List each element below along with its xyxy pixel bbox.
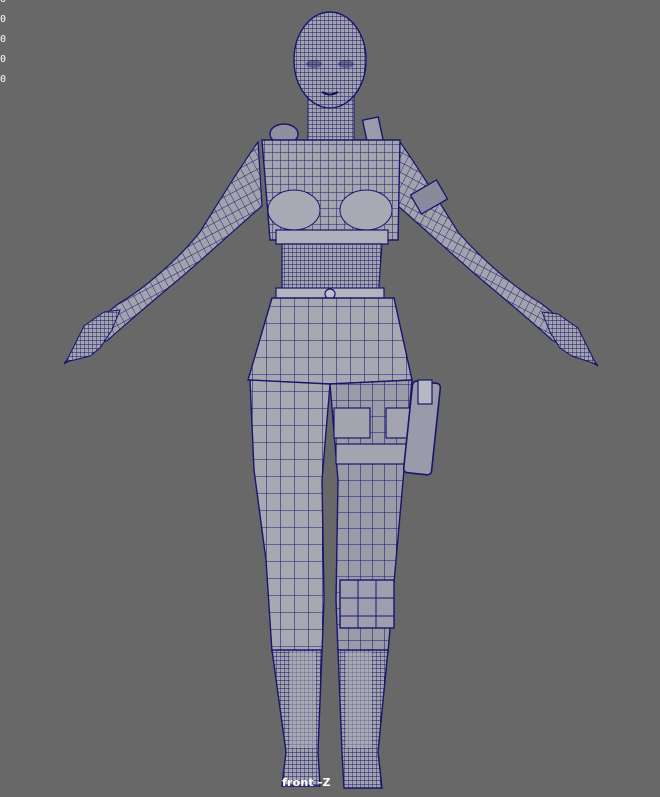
chest-band: [275, 229, 389, 245]
3d-viewport[interactable]: 0 0 0 0 0: [0, 0, 660, 797]
thigh-strap: [333, 407, 371, 439]
knee-pad: [339, 579, 395, 629]
left-leg: [249, 379, 331, 653]
thigh-strap: [335, 443, 411, 465]
character-mesh[interactable]: [0, 0, 660, 797]
thigh-strap: [385, 407, 411, 439]
hips: [247, 297, 413, 385]
camera-label: front -Z: [282, 776, 331, 789]
